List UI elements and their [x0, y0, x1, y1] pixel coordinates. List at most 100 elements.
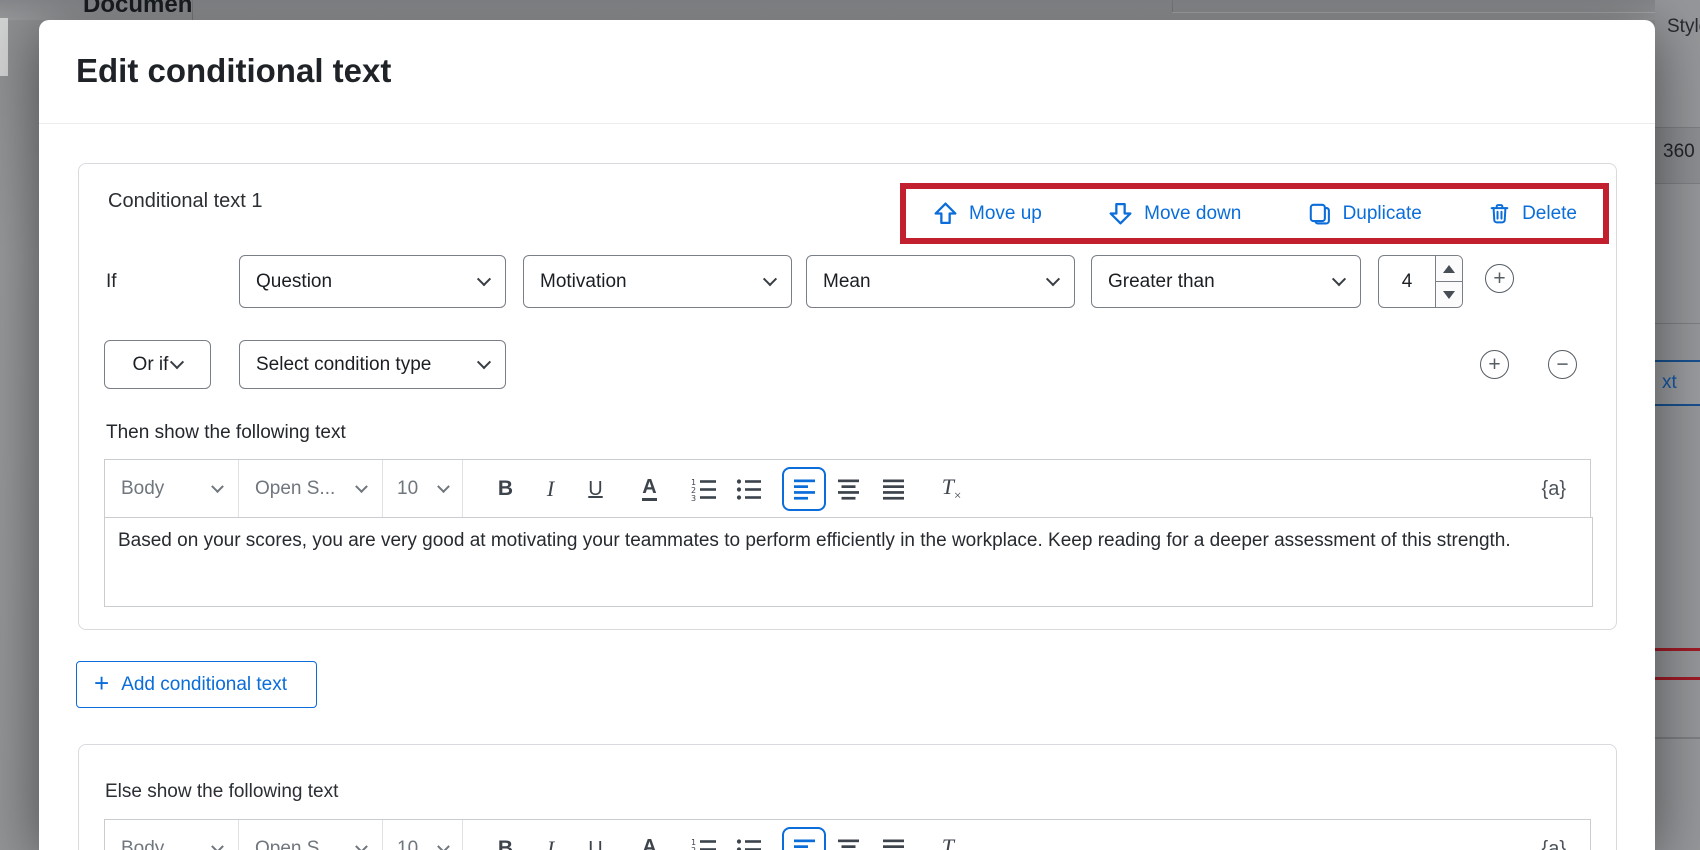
if-label: If [106, 255, 117, 308]
triangle-up-icon [1443, 265, 1455, 273]
background-panel-edge [0, 18, 8, 76]
bold-button[interactable]: B [483, 820, 528, 850]
underline-button[interactable]: U [573, 460, 618, 518]
delete-label: Delete [1522, 203, 1577, 225]
chevron-down-icon [355, 840, 368, 850]
font-family-select[interactable]: Open S... [239, 460, 382, 518]
threshold-value: 4 [1379, 256, 1435, 307]
move-up-label: Move up [969, 203, 1042, 225]
remove-condition-button[interactable]: − [1548, 350, 1577, 379]
align-center-icon [836, 477, 861, 501]
text-item-label: xt [1662, 372, 1677, 394]
selected-value: Body [121, 838, 164, 850]
align-center-icon [836, 837, 861, 850]
underline-icon: U [588, 478, 602, 501]
metric-select[interactable]: Mean [806, 255, 1075, 308]
bullet-list-button[interactable] [726, 460, 771, 518]
duplicate-button[interactable]: Duplicate [1307, 201, 1422, 227]
align-justify-button[interactable] [871, 820, 916, 850]
piped-text-icon: {a} [1542, 478, 1566, 501]
stepper-up-button[interactable] [1436, 256, 1462, 282]
chevron-down-icon [170, 355, 184, 369]
arrow-down-icon [1107, 200, 1134, 227]
font-size-select[interactable]: 10 [383, 460, 462, 518]
spacer [975, 820, 1542, 850]
chevron-down-icon [437, 480, 450, 493]
conditional-text-body: Based on your scores, you are very good … [118, 530, 1511, 551]
selected-value: Question [256, 271, 332, 293]
action-bar-highlighted: Move up Move down [900, 183, 1609, 244]
selected-value: Open S... [255, 838, 335, 850]
bold-button[interactable]: B [483, 460, 528, 518]
clear-formatting-button[interactable]: T× [929, 460, 974, 518]
count-label: 360 [1663, 141, 1695, 163]
bullet-list-button[interactable] [726, 820, 771, 850]
background-nav-item-text: xt [1655, 360, 1700, 406]
ordered-list-button[interactable]: 1 2 3 [681, 820, 726, 850]
rich-text-toolbar: Body Open S... 10 B I U [104, 459, 1591, 519]
selected-value: Body [121, 478, 164, 500]
underline-button[interactable]: U [573, 820, 618, 850]
threshold-input[interactable]: 4 [1378, 255, 1463, 308]
plus-icon: + [1493, 268, 1505, 289]
red-rule [1655, 677, 1700, 680]
selected-value: Open S... [255, 478, 335, 500]
align-justify-icon [881, 837, 906, 850]
background-divider [1172, 12, 1655, 13]
condition-type-select[interactable]: Question [239, 255, 506, 308]
select-condition-type[interactable]: Select condition type [239, 340, 506, 389]
piped-text-icon: {a} [1542, 838, 1566, 850]
ordered-list-button[interactable]: 1 2 3 [681, 460, 726, 518]
else-text-card: Else show the following text Body Open S… [78, 744, 1617, 850]
piped-text-button[interactable]: {a} [1542, 460, 1566, 518]
move-down-button[interactable]: Move down [1107, 200, 1241, 227]
conjunction-select[interactable]: Or if [104, 340, 211, 389]
italic-icon: I [547, 476, 554, 502]
arrow-up-icon [932, 200, 959, 227]
bold-icon: B [498, 477, 513, 501]
delete-button[interactable]: Delete [1487, 201, 1577, 226]
red-rule [1655, 648, 1700, 651]
italic-button[interactable]: I [528, 820, 573, 850]
font-size-select[interactable]: 10 [383, 820, 462, 850]
duplicate-icon [1307, 201, 1333, 227]
bullet-list-icon [735, 477, 762, 502]
italic-button[interactable]: I [528, 460, 573, 518]
operator-select[interactable]: Greater than [1091, 255, 1361, 308]
piped-text-button[interactable]: {a} [1542, 820, 1566, 850]
placeholder-value: Select condition type [256, 354, 431, 376]
align-center-button[interactable] [826, 460, 871, 518]
add-condition-button[interactable]: + [1480, 350, 1509, 379]
align-center-button[interactable] [826, 820, 871, 850]
selected-value: 10 [397, 478, 418, 500]
align-left-button-selected[interactable] [782, 467, 826, 511]
paragraph-style-select[interactable]: Body [105, 460, 238, 518]
ordered-list-icon: 1 2 3 [690, 477, 717, 502]
font-family-select[interactable]: Open S... [239, 820, 382, 850]
card-title: Conditional text 1 [108, 190, 263, 213]
text-color-button[interactable]: A [627, 820, 672, 850]
divider [1655, 737, 1700, 739]
plus-icon: + [1488, 354, 1500, 375]
question-select[interactable]: Motivation [523, 255, 792, 308]
selected-value: Or if [133, 354, 169, 376]
clear-formatting-icon: T× [942, 834, 962, 850]
add-conditional-text-button[interactable]: + Add conditional text [76, 661, 317, 708]
paragraph-style-select[interactable]: Body [105, 820, 238, 850]
divider [1655, 323, 1700, 324]
chevron-down-icon [477, 272, 491, 286]
add-condition-button[interactable]: + [1485, 264, 1514, 293]
stepper-down-button[interactable] [1436, 282, 1462, 307]
divider [1655, 183, 1700, 184]
align-justify-icon [881, 477, 906, 501]
number-stepper [1435, 256, 1462, 307]
text-color-button[interactable]: A [627, 460, 672, 518]
selected-value: 10 [397, 838, 418, 850]
background-right-panel: Style 360 xt [1655, 0, 1700, 850]
selected-value: Motivation [540, 271, 627, 293]
align-justify-button[interactable] [871, 460, 916, 518]
align-left-button-selected[interactable] [782, 827, 826, 850]
rich-text-content[interactable]: Based on your scores, you are very good … [104, 517, 1593, 607]
move-up-button[interactable]: Move up [932, 200, 1042, 227]
clear-formatting-button[interactable]: T× [929, 820, 974, 850]
